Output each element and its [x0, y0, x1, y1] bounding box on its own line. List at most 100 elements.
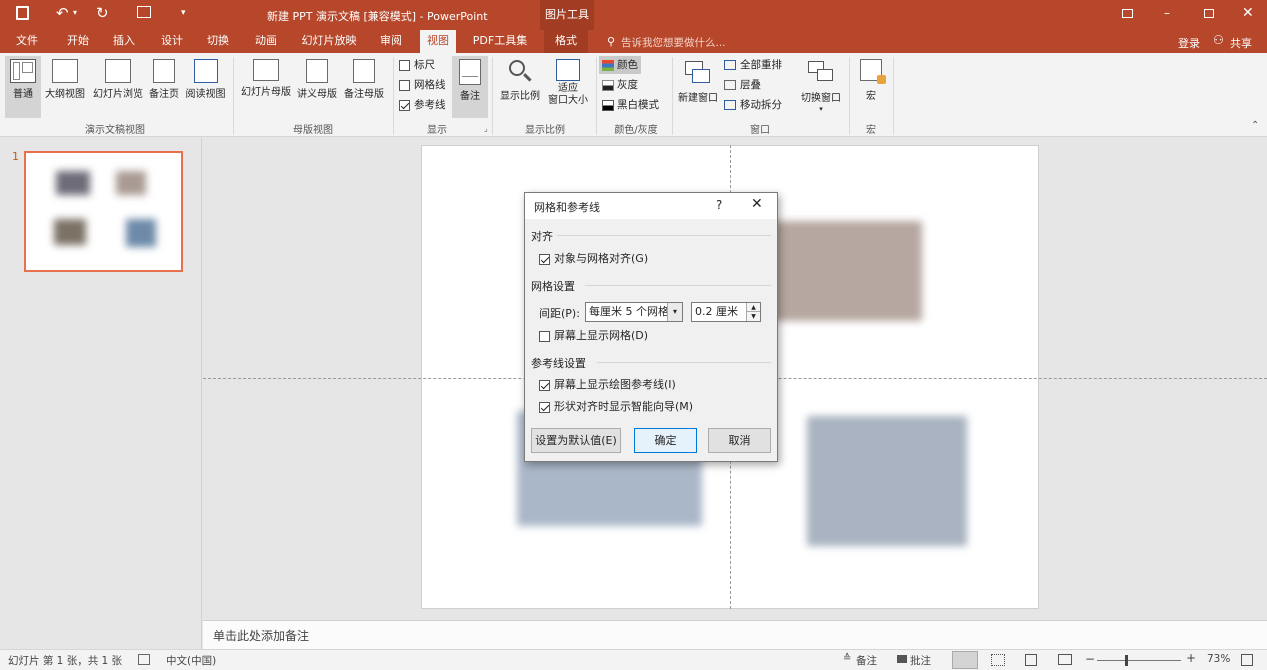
- undo-dropdown-icon[interactable]: ▾: [73, 8, 77, 17]
- notes-toggle-button[interactable]: 备注: [452, 56, 488, 118]
- reading-view-status-icon[interactable]: [1025, 654, 1037, 666]
- thumb-image-1: [56, 171, 90, 195]
- show-guides-checkbox[interactable]: 屏幕上显示绘图参考线(I): [539, 376, 676, 394]
- spacing-value-field[interactable]: 0.2 厘米 ▲ ▼: [691, 302, 761, 322]
- show-grid-checkbox[interactable]: 屏幕上显示网格(D): [539, 327, 648, 345]
- outline-view-button[interactable]: 大纲视图: [42, 56, 88, 118]
- tab-review[interactable]: 审阅: [373, 30, 409, 53]
- collapse-ribbon-icon[interactable]: ⌃: [1251, 120, 1259, 131]
- notes-pane[interactable]: 单击此处添加备注: [203, 620, 1267, 649]
- notes-status-icon: ≙: [843, 653, 852, 664]
- undo-icon[interactable]: ↶: [56, 4, 69, 22]
- ribbon-separator: [849, 57, 850, 135]
- cascade-icon: [724, 80, 736, 90]
- gridlines-checkbox[interactable]: 网格线: [399, 76, 446, 94]
- group-label-zoom: 显示比例: [525, 125, 565, 136]
- tab-insert[interactable]: 插入: [106, 30, 142, 53]
- slide-sorter-button[interactable]: 幻灯片浏览: [89, 56, 147, 118]
- slide-thumbnail[interactable]: [24, 151, 183, 272]
- arrange-all-button[interactable]: 全部重排: [724, 56, 782, 74]
- fit-to-window-button[interactable]: 适应 窗口大小: [545, 56, 591, 118]
- smart-guides-check-icon: [539, 401, 550, 413]
- tab-view[interactable]: 视图: [420, 30, 456, 53]
- tab-transitions[interactable]: 切换: [200, 30, 236, 53]
- save-icon[interactable]: [16, 6, 29, 20]
- zoom-slider-thumb[interactable]: [1125, 655, 1128, 666]
- lightbulb-icon: ⚲: [607, 35, 616, 48]
- handout-master-button[interactable]: 讲义母版: [294, 56, 340, 118]
- show-dialog-launcher-icon[interactable]: ⌟: [484, 124, 488, 133]
- tab-design[interactable]: 设计: [154, 30, 190, 53]
- notes-master-button[interactable]: 备注母版: [341, 56, 387, 118]
- ribbon-separator: [233, 57, 234, 135]
- signin-link[interactable]: 登录: [1178, 35, 1200, 51]
- switch-windows-button[interactable]: 切换窗口 ▾: [797, 56, 845, 118]
- guides-section-title: 参考线设置: [531, 357, 586, 370]
- spinner-up-icon[interactable]: ▲: [746, 303, 760, 312]
- spacing-combo[interactable]: 每厘米 5 个网格 ▾: [585, 302, 683, 322]
- title-bar: ↶ ▾ ↻ ▾ 新建 PPT 演示文稿 [兼容模式] - PowerPoint …: [0, 0, 1267, 30]
- tab-pdf-tools[interactable]: PDF工具集: [470, 30, 530, 53]
- zoom-button[interactable]: 显示比例: [497, 56, 543, 118]
- comments-button[interactable]: 批注: [910, 653, 931, 668]
- tab-animations[interactable]: 动画: [248, 30, 284, 53]
- start-slideshow-icon[interactable]: [137, 6, 151, 18]
- black-white-button[interactable]: 黑白模式: [602, 96, 659, 114]
- maximize-icon[interactable]: [1204, 9, 1214, 18]
- switch-windows-icon: [808, 61, 834, 85]
- ok-button[interactable]: 确定: [634, 428, 697, 453]
- zoom-in-icon[interactable]: +: [1186, 651, 1196, 665]
- cascade-button[interactable]: 层叠: [724, 76, 761, 94]
- redo-icon[interactable]: ↻: [96, 4, 109, 22]
- slide-master-button[interactable]: 幻灯片母版: [238, 56, 294, 118]
- zoom-level[interactable]: 73%: [1207, 653, 1230, 665]
- ruler-check-icon: [399, 59, 410, 71]
- macros-icon: [860, 59, 886, 84]
- normal-view-status-icon[interactable]: [952, 651, 978, 669]
- language-indicator[interactable]: 中文(中国): [166, 653, 216, 668]
- new-window-button[interactable]: 新建窗口: [675, 56, 721, 118]
- guides-checkbox[interactable]: 参考线: [399, 96, 446, 114]
- reading-view-button[interactable]: 阅读视图: [182, 56, 229, 118]
- slideshow-status-icon[interactable]: [1058, 654, 1072, 665]
- color-swatch-icon: [602, 59, 614, 71]
- zoom-out-icon[interactable]: −: [1085, 652, 1095, 666]
- spell-check-icon[interactable]: [138, 654, 150, 665]
- slide-sorter-status-icon[interactable]: [991, 654, 1005, 666]
- tab-home[interactable]: 开始: [60, 30, 96, 53]
- spinner-down-icon[interactable]: ▼: [746, 312, 760, 321]
- dialog-close-icon[interactable]: ✕: [751, 196, 763, 212]
- grayscale-button[interactable]: 灰度: [602, 76, 638, 94]
- dialog-help-button[interactable]: ?: [716, 198, 722, 212]
- tab-slideshow[interactable]: 幻灯片放映: [296, 30, 362, 53]
- ribbon-view: 普通 大纲视图 幻灯片浏览 备注页 阅读视图 演示文稿视图 幻灯片母版 讲义母版…: [0, 53, 1267, 137]
- fit-slide-icon[interactable]: [1241, 654, 1253, 666]
- set-default-button[interactable]: 设置为默认值(E): [531, 428, 621, 453]
- section-divider: [597, 362, 771, 363]
- smart-guides-checkbox[interactable]: 形状对齐时显示智能向导(M): [539, 398, 693, 416]
- tab-file[interactable]: 文件: [8, 30, 46, 53]
- normal-view-button[interactable]: 普通: [5, 56, 41, 118]
- color-button[interactable]: 颜色: [599, 56, 641, 74]
- combo-dropdown-icon[interactable]: ▾: [667, 303, 682, 321]
- macros-button[interactable]: 宏: [853, 56, 889, 118]
- minimize-icon[interactable]: –: [1164, 6, 1170, 20]
- close-icon[interactable]: ✕: [1242, 5, 1254, 21]
- zoom-slider[interactable]: [1097, 660, 1181, 661]
- notes-status-button[interactable]: 备注: [856, 653, 877, 668]
- tab-format[interactable]: 格式: [544, 30, 588, 53]
- cancel-button[interactable]: 取消: [708, 428, 771, 453]
- section-divider: [585, 285, 771, 286]
- snap-to-grid-checkbox[interactable]: 对象与网格对齐(G): [539, 250, 648, 268]
- notes-page-button[interactable]: 备注页: [147, 56, 181, 118]
- slide-master-icon: [253, 59, 279, 81]
- move-split-button[interactable]: 移动拆分: [724, 96, 782, 114]
- normal-view-icon: [10, 59, 36, 83]
- grid-guides-dialog: 网格和参考线 ? ✕ 对齐 对象与网格对齐(G) 网格设置 间距(P): 每厘米…: [524, 192, 778, 462]
- share-button[interactable]: 共享: [1230, 35, 1252, 51]
- customize-qat-icon[interactable]: ▾: [181, 8, 186, 18]
- ribbon-display-icon[interactable]: [1122, 9, 1133, 18]
- handout-master-icon: [306, 59, 328, 83]
- ruler-checkbox[interactable]: 标尺: [399, 56, 435, 74]
- tell-me-box[interactable]: 告诉我您想要做什么...: [621, 35, 726, 50]
